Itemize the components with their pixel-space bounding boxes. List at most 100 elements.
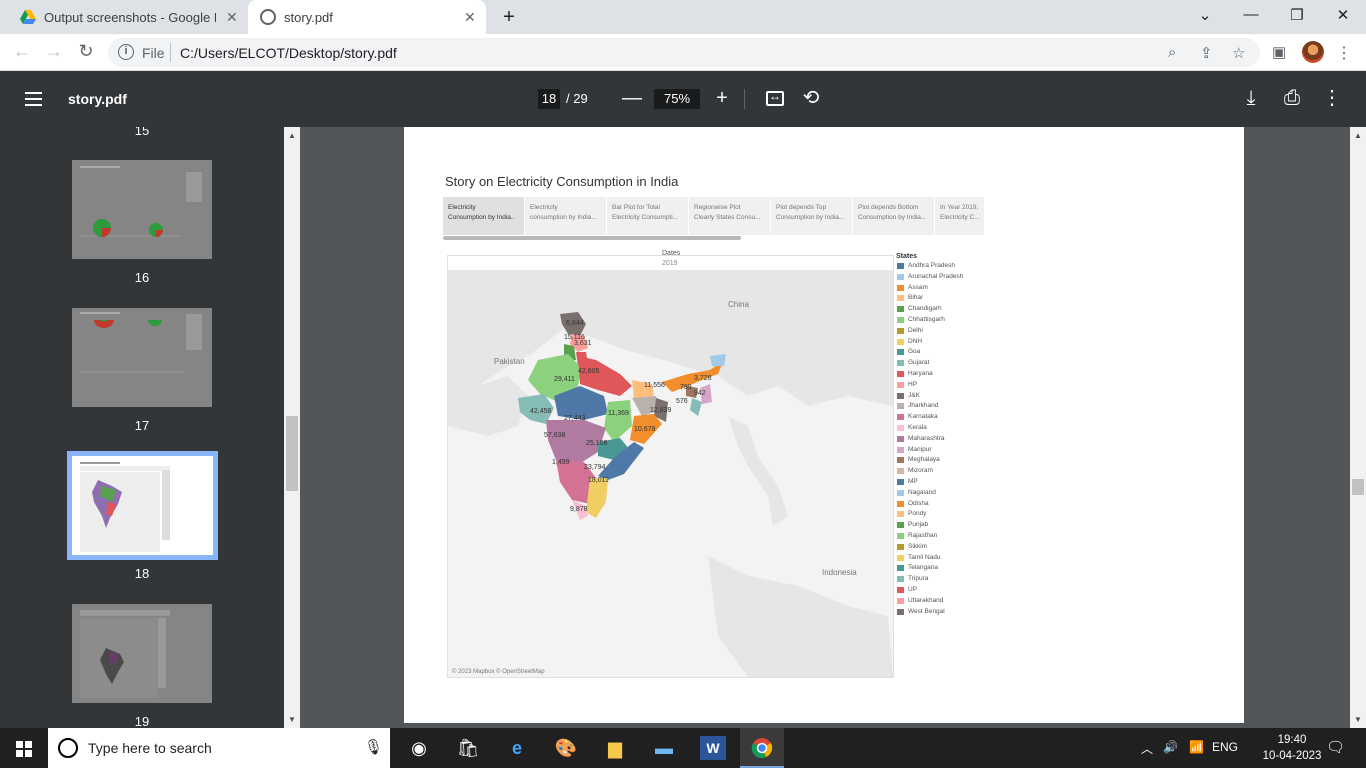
print-icon[interactable]: ⎙ bbox=[1279, 85, 1305, 111]
info-icon[interactable]: i bbox=[118, 44, 134, 60]
sidebar-scroll-thumb[interactable] bbox=[286, 416, 298, 491]
legend-item[interactable]: Goa bbox=[897, 347, 963, 358]
legend-item[interactable]: Maharashtra bbox=[897, 434, 963, 445]
menu-kebab-icon[interactable]: ⋮ bbox=[1336, 43, 1352, 63]
legend-item[interactable]: Delhi bbox=[897, 326, 963, 337]
scroll-down-icon[interactable]: ▼ bbox=[1354, 715, 1362, 724]
back-icon[interactable]: ← bbox=[11, 41, 33, 62]
windows-start-icon[interactable] bbox=[16, 741, 32, 757]
scroll-down-icon[interactable]: ▼ bbox=[288, 715, 296, 724]
legend-item[interactable]: Chandigarh bbox=[897, 304, 963, 315]
legend-item[interactable]: Tamil Nadu bbox=[897, 553, 963, 564]
chrome-taskbar-button[interactable] bbox=[740, 728, 784, 768]
zoom-level-input[interactable]: 75% bbox=[654, 89, 700, 109]
page-scrollbar[interactable] bbox=[1350, 127, 1366, 728]
legend-item[interactable]: Rajasthan bbox=[897, 531, 963, 542]
story-point-7[interactable]: In Year 2019, Electricity C... bbox=[935, 197, 985, 235]
thumbnail-page-19[interactable] bbox=[72, 604, 212, 703]
word-icon[interactable]: W bbox=[700, 736, 726, 760]
legend-item[interactable]: Andhra Pradesh bbox=[897, 261, 963, 272]
fit-page-icon[interactable] bbox=[766, 89, 784, 106]
reload-icon[interactable]: ↻ bbox=[75, 41, 97, 62]
zoom-out-button[interactable]: — bbox=[619, 85, 645, 111]
legend-item[interactable]: Tripura bbox=[897, 574, 963, 585]
pc-icon[interactable]: ▬ bbox=[651, 736, 677, 760]
scroll-up-icon[interactable]: ▲ bbox=[288, 131, 296, 140]
media-player-icon[interactable]: ◉ bbox=[406, 736, 432, 760]
legend-item[interactable]: HP bbox=[897, 380, 963, 391]
zoom-in-button[interactable]: + bbox=[709, 85, 735, 111]
tab-story-pdf[interactable]: story.pdf ✕ bbox=[248, 0, 486, 34]
close-window-button[interactable]: ✕ bbox=[1333, 6, 1353, 24]
microphone-icon[interactable]: 🎙 bbox=[364, 738, 383, 756]
forward-icon[interactable]: → bbox=[43, 41, 65, 62]
map-state[interactable] bbox=[710, 354, 726, 366]
notifications-icon[interactable]: 🗨 bbox=[1326, 738, 1345, 756]
legend-item[interactable]: Kerala bbox=[897, 423, 963, 434]
legend-item[interactable]: Karnataka bbox=[897, 412, 963, 423]
side-panel-icon[interactable]: ▣ bbox=[1272, 43, 1286, 61]
minimize-button[interactable]: — bbox=[1241, 6, 1261, 23]
legend-item[interactable]: Arunachal Pradesh bbox=[897, 272, 963, 283]
edge-icon[interactable]: e bbox=[504, 736, 530, 760]
story-scrollbar[interactable] bbox=[443, 236, 741, 240]
language-indicator[interactable]: ENG bbox=[1212, 740, 1238, 754]
legend-item[interactable]: Haryana bbox=[897, 369, 963, 380]
thumbnail-page-18[interactable] bbox=[67, 451, 218, 560]
bookmark-star-icon[interactable]: ☆ bbox=[1232, 44, 1245, 62]
legend-item[interactable]: West Bengal bbox=[897, 607, 963, 618]
wifi-icon[interactable]: 📶 bbox=[1189, 740, 1204, 754]
page-scroll-thumb[interactable] bbox=[1352, 479, 1364, 495]
thumbnail-page-16[interactable] bbox=[72, 160, 212, 259]
avatar[interactable] bbox=[1302, 41, 1324, 63]
taskbar-clock[interactable]: 19:40 10-04-2023 bbox=[1262, 732, 1322, 764]
more-options-icon[interactable]: ⋮ bbox=[1319, 85, 1345, 111]
legend-item[interactable]: Jharkhand bbox=[897, 401, 963, 412]
close-tab-icon[interactable]: ✕ bbox=[464, 9, 476, 26]
legend-item[interactable]: DNH bbox=[897, 337, 963, 348]
zoom-icon[interactable]: ⌕ bbox=[1168, 44, 1176, 61]
scroll-up-icon[interactable]: ▲ bbox=[1354, 131, 1362, 140]
store-icon[interactable]: 🛍 bbox=[455, 736, 481, 760]
legend-item[interactable]: Mizoram bbox=[897, 466, 963, 477]
legend-item[interactable]: MP bbox=[897, 477, 963, 488]
file-explorer-icon[interactable]: ▆ bbox=[602, 736, 628, 760]
story-point-3[interactable]: Bar Plot for Total Electricity Consumpti.… bbox=[607, 197, 689, 235]
thumbnail-page-17[interactable] bbox=[72, 308, 212, 407]
rotate-icon[interactable]: ⟲ bbox=[798, 85, 824, 111]
legend-item[interactable]: Nagaland bbox=[897, 488, 963, 499]
tab-google-drive[interactable]: Output screenshots - Google Drive ✕ bbox=[8, 0, 248, 34]
restore-button[interactable]: ❐ bbox=[1287, 6, 1307, 24]
legend-item[interactable]: Uttarakhand bbox=[897, 596, 963, 607]
page-number-input[interactable]: 18 bbox=[538, 89, 560, 109]
legend-item[interactable]: Pondy bbox=[897, 509, 963, 520]
legend-item[interactable]: Odisha bbox=[897, 499, 963, 510]
taskbar-search[interactable]: Type here to search 🎙 bbox=[48, 728, 390, 768]
story-point-2[interactable]: Electricity consumption by India... bbox=[525, 197, 607, 235]
menu-hamburger-icon[interactable] bbox=[25, 92, 42, 106]
legend-item[interactable]: Sikkim bbox=[897, 542, 963, 553]
story-point-6[interactable]: Plot depends Bottom Consumption by India.… bbox=[853, 197, 935, 235]
legend-item[interactable]: Meghalaya bbox=[897, 455, 963, 466]
story-point-5[interactable]: Plot depends Top Consumption by India... bbox=[771, 197, 853, 235]
legend-item[interactable]: Chhattisgarh bbox=[897, 315, 963, 326]
address-bar[interactable]: i File C:/Users/ELCOT/Desktop/story.pdf … bbox=[108, 38, 1260, 67]
show-hidden-icons-icon[interactable]: ︿ bbox=[1141, 740, 1153, 757]
paint-icon[interactable]: 🎨 bbox=[553, 736, 579, 760]
url-text[interactable]: C:/Users/ELCOT/Desktop/story.pdf bbox=[180, 45, 397, 61]
download-icon[interactable]: ⤓ bbox=[1238, 85, 1264, 111]
legend-item[interactable]: UP bbox=[897, 585, 963, 596]
close-tab-icon[interactable]: ✕ bbox=[226, 9, 238, 26]
legend-item[interactable]: Manipur bbox=[897, 445, 963, 456]
volume-icon[interactable]: 🔊 bbox=[1163, 740, 1178, 754]
share-icon[interactable]: ⇪ bbox=[1200, 44, 1213, 62]
legend-item[interactable]: Gujarat bbox=[897, 358, 963, 369]
story-point-1[interactable]: Electricity Consumption by India.. bbox=[443, 197, 525, 235]
legend-item[interactable]: J&K bbox=[897, 391, 963, 402]
legend-item[interactable]: Bihar bbox=[897, 293, 963, 304]
legend-item[interactable]: Assam bbox=[897, 283, 963, 294]
new-tab-button[interactable]: + bbox=[496, 5, 522, 29]
legend-item[interactable]: Punjab bbox=[897, 520, 963, 531]
legend-item[interactable]: Telangana bbox=[897, 563, 963, 574]
tab-search-icon[interactable]: ⌄ bbox=[1195, 6, 1215, 24]
